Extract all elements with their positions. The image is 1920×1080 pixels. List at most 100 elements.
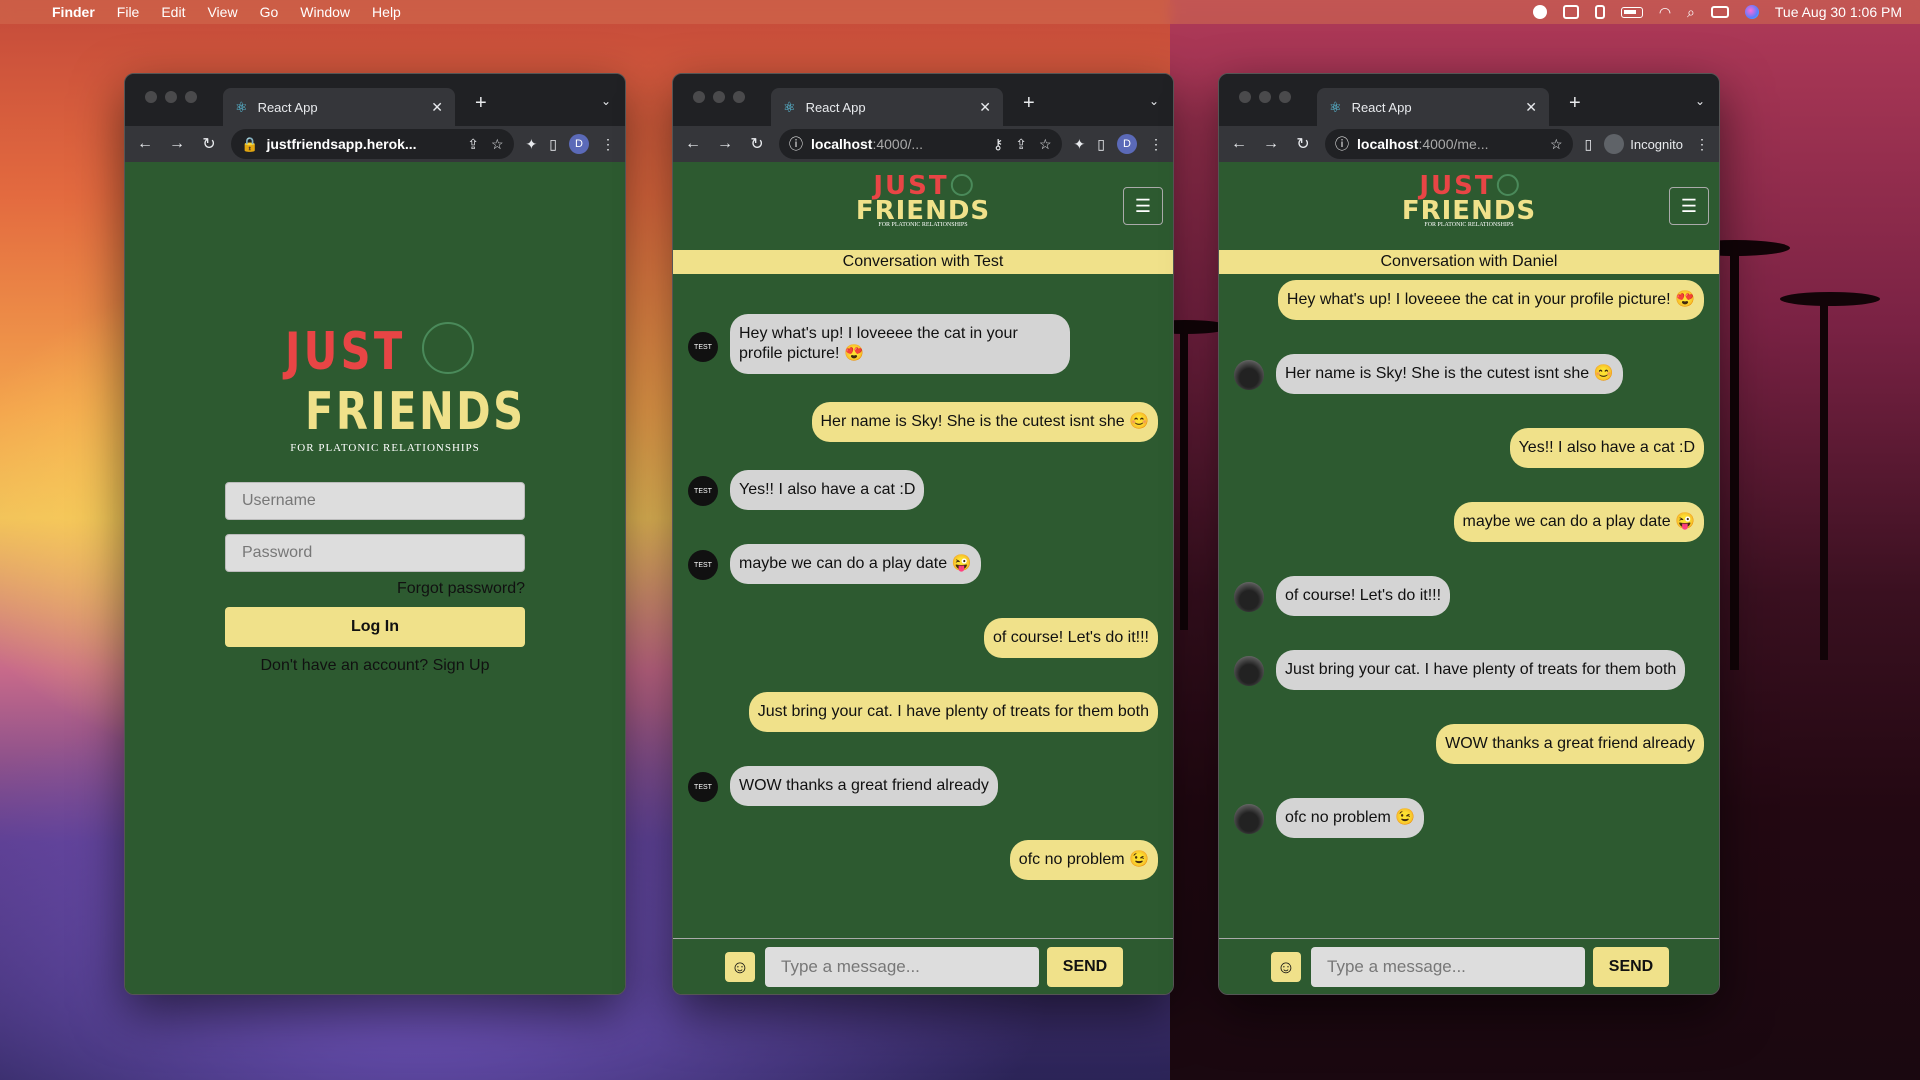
emoji-picker-button[interactable]: ☺ [1271,952,1301,982]
cat-avatar[interactable] [1234,582,1264,612]
cat-avatar[interactable] [1234,656,1264,686]
battery-icon[interactable] [1620,6,1643,18]
cat-avatar[interactable] [1234,360,1264,390]
minimize-window-button[interactable] [713,91,725,103]
send-button[interactable]: SEND [1047,947,1123,987]
device-icon[interactable] [1594,5,1605,19]
tab-search-icon[interactable]: ⌄ [1149,94,1159,108]
info-icon[interactable]: ⓘ [789,134,803,154]
close-tab-icon[interactable]: ✕ [1525,99,1537,116]
extensions-icon[interactable]: ✦ [526,136,538,153]
incognito-indicator[interactable]: Incognito [1604,134,1683,154]
window-controls [145,91,197,103]
siri-icon[interactable] [1744,5,1759,19]
contact-avatar[interactable]: TEST [688,772,718,802]
menu-help[interactable]: Help [372,4,401,20]
browser-tab[interactable]: ⚛ React App ✕ [223,88,455,126]
more-menu-icon[interactable]: ⋮ [1695,136,1709,153]
address-bar[interactable]: 🔒 justfriendsapp.herok... ⇪ ☆ [231,129,514,159]
forward-icon[interactable]: → [715,135,735,153]
menu-view[interactable]: View [207,4,237,20]
new-tab-button[interactable]: + [475,92,487,115]
message-bubble-incoming: ofc no problem 😉 [1276,798,1425,838]
more-menu-icon[interactable]: ⋮ [601,136,615,153]
new-tab-button[interactable]: + [1569,92,1581,115]
menu-go[interactable]: Go [260,4,279,20]
bookmark-star-icon[interactable]: ☆ [1039,136,1052,153]
hamburger-menu-button[interactable]: ☰ [1669,187,1709,225]
close-tab-icon[interactable]: ✕ [431,99,443,116]
username-field[interactable]: Username [225,482,525,520]
back-icon[interactable]: ← [1229,135,1249,153]
share-icon[interactable]: ⇪ [1015,136,1027,153]
forgot-password-link[interactable]: Forgot password? [397,580,525,598]
login-button[interactable]: Log In [225,607,525,647]
contact-avatar[interactable]: TEST [688,476,718,506]
cat-avatar[interactable] [1234,804,1264,834]
info-icon[interactable]: ⓘ [1335,134,1349,154]
window-controls [1239,91,1291,103]
message-list[interactable]: TEST Hey what's up! I loveeee the cat in… [673,274,1173,952]
browser-tab[interactable]: ⚛ React App ✕ [1317,88,1549,126]
close-window-button[interactable] [145,91,157,103]
contact-avatar[interactable]: TEST [688,332,718,362]
close-window-button[interactable] [1239,91,1251,103]
message-input[interactable]: Type a message... [765,947,1039,987]
key-icon[interactable]: ⚷ [993,136,1003,153]
wifi-icon[interactable]: ◠ [1659,4,1671,21]
menubar-clock[interactable]: Tue Aug 30 1:06 PM [1775,4,1902,20]
logo-tagline: FOR PLATONIC RELATIONSHIPS [290,442,480,454]
browser-tab[interactable]: ⚛ React App ✕ [771,88,1003,126]
bookmark-star-icon[interactable]: ☆ [491,136,504,153]
zoom-window-button[interactable] [1279,91,1291,103]
display-icon[interactable] [1562,5,1579,19]
forward-icon[interactable]: → [1261,135,1281,153]
menu-edit[interactable]: Edit [161,4,185,20]
reload-icon[interactable]: ↻ [199,134,219,154]
tab-search-icon[interactable]: ⌄ [601,94,611,108]
menu-finder[interactable]: Finder [52,4,95,20]
forward-icon[interactable]: → [167,135,187,153]
browser-window-chat-test: ⚛ React App ✕ + ⌄ ← → ↻ ⓘ localhost:4000… [672,73,1174,995]
contact-avatar[interactable]: TEST [688,550,718,580]
menu-file[interactable]: File [117,4,140,20]
back-icon[interactable]: ← [683,135,703,153]
control-center-icon[interactable] [1710,6,1729,18]
profile-avatar[interactable]: D [569,134,589,154]
message-bubble-incoming: Yes!! I also have a cat :D [730,470,925,510]
close-window-button[interactable] [693,91,705,103]
message-input[interactable]: Type a message... [1311,947,1585,987]
lock-icon[interactable]: 🔒 [241,136,258,153]
react-favicon-icon: ⚛ [1329,98,1342,115]
extensions-icon[interactable]: ✦ [1074,136,1086,153]
password-field[interactable]: Password [225,534,525,572]
signup-link[interactable]: Don't have an account? Sign Up [125,657,625,675]
close-tab-icon[interactable]: ✕ [979,99,991,116]
back-icon[interactable]: ← [135,135,155,153]
more-menu-icon[interactable]: ⋮ [1149,136,1163,153]
address-bar[interactable]: ⓘ localhost:4000/... ⚷ ⇪ ☆ [779,129,1062,159]
menu-window[interactable]: Window [300,4,350,20]
profile-avatar[interactable]: D [1117,134,1137,154]
side-panel-icon[interactable]: ▯ [1097,136,1105,153]
zoom-window-button[interactable] [733,91,745,103]
side-panel-icon[interactable]: ▯ [549,136,557,153]
new-tab-button[interactable]: + [1023,92,1035,115]
minimize-window-button[interactable] [1259,91,1271,103]
side-panel-icon[interactable]: ▯ [1585,136,1593,153]
tab-search-icon[interactable]: ⌄ [1695,94,1705,108]
zoom-window-button[interactable] [185,91,197,103]
vpn-icon[interactable] [1532,5,1547,19]
share-icon[interactable]: ⇪ [467,136,479,153]
logo-just-text: JUST [285,322,406,382]
emoji-picker-button[interactable]: ☺ [725,952,755,982]
minimize-window-button[interactable] [165,91,177,103]
bookmark-star-icon[interactable]: ☆ [1550,136,1563,153]
hamburger-menu-button[interactable]: ☰ [1123,187,1163,225]
search-icon[interactable]: ⌕ [1687,4,1695,21]
message-list[interactable]: Hey what's up! I loveeee the cat in your… [1219,274,1719,952]
send-button[interactable]: SEND [1593,947,1669,987]
reload-icon[interactable]: ↻ [1293,134,1313,154]
reload-icon[interactable]: ↻ [747,134,767,154]
address-bar[interactable]: ⓘ localhost:4000/me... ☆ [1325,129,1573,159]
